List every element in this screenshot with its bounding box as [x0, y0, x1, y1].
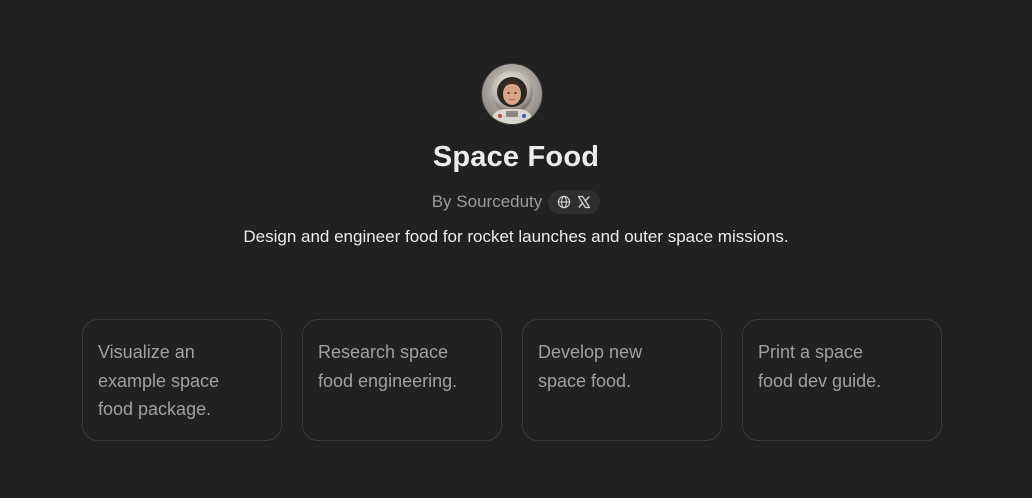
starter-text: Research space food engineering. [318, 338, 486, 395]
starter-text: Visualize an example space food package. [98, 338, 266, 424]
starter-text: Develop new space food. [538, 338, 706, 395]
globe-icon[interactable] [557, 195, 571, 209]
author-byline: By Sourceduty [431, 192, 543, 211]
x-logo-icon[interactable] [577, 195, 591, 209]
starter-line: space food. [538, 370, 632, 391]
author-row: By Sourceduty [0, 189, 1032, 215]
gpt-description: Design and engineer food for rocket laun… [243, 227, 789, 246]
gpt-avatar [481, 63, 543, 125]
starter-line: food dev guide. [758, 370, 882, 391]
gpt-intro-page: Space Food By Sourceduty Design and engi… [0, 0, 1032, 498]
starter-card-develop-food[interactable]: Develop new space food. [522, 319, 722, 441]
starter-card-visualize-package[interactable]: Visualize an example space food package. [82, 319, 282, 441]
gpt-title: Space Food [432, 141, 600, 173]
starter-line: example space [98, 370, 220, 391]
starter-card-print-guide[interactable]: Print a space food dev guide. [742, 319, 942, 441]
starter-line: food engineering. [318, 370, 458, 391]
starter-text: Print a space food dev guide. [758, 338, 926, 395]
astronaut-avatar-image [482, 64, 542, 124]
starter-line: Develop new [538, 342, 643, 362]
starter-line: Research space [318, 342, 449, 362]
conversation-starters: Visualize an example space food package.… [82, 319, 942, 441]
starter-line: Visualize an [98, 342, 195, 362]
social-links [548, 190, 601, 214]
starter-line: Print a space [758, 342, 864, 362]
starter-card-research-engineering[interactable]: Research space food engineering. [302, 319, 502, 441]
starter-line: food package. [98, 399, 212, 419]
